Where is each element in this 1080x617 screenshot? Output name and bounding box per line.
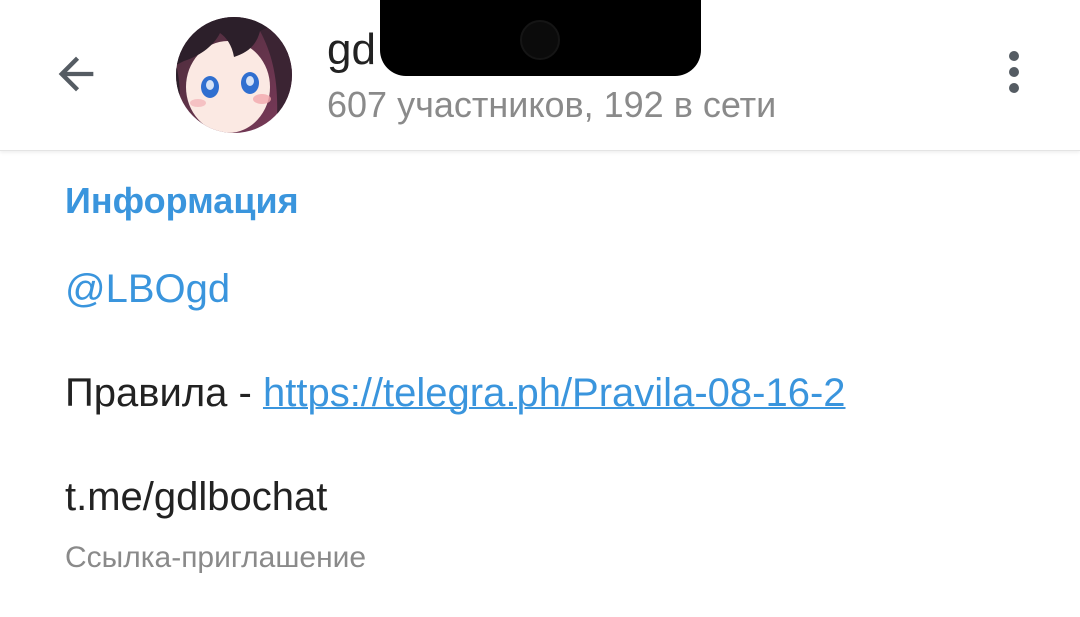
group-avatar[interactable] bbox=[176, 17, 292, 133]
rules-link[interactable]: https://telegra.ph/Pravila-08-16-2 bbox=[263, 371, 846, 415]
description-text: Правила - https://telegra.ph/Pravila-08-… bbox=[65, 370, 846, 416]
group-title: gd bbox=[327, 25, 376, 74]
arrow-left-icon bbox=[50, 48, 102, 105]
rules-label: Правила - bbox=[65, 371, 263, 415]
info-section-title: Информация bbox=[65, 180, 299, 221]
group-info-screen: gd 607 участников, 192 в сети Информация… bbox=[0, 0, 1080, 617]
more-options-button[interactable] bbox=[984, 44, 1044, 104]
camera-icon bbox=[520, 20, 560, 60]
group-username-link[interactable]: @LBOgd bbox=[65, 266, 230, 312]
more-vertical-icon bbox=[1004, 48, 1024, 101]
back-button[interactable] bbox=[40, 40, 112, 112]
invite-link-caption: Ссылка-приглашение bbox=[65, 541, 367, 574]
camera-notch bbox=[380, 0, 701, 76]
member-count: 607 участников, 192 в сети bbox=[327, 84, 777, 125]
invite-link[interactable]: t.me/gdlbochat bbox=[65, 474, 327, 520]
